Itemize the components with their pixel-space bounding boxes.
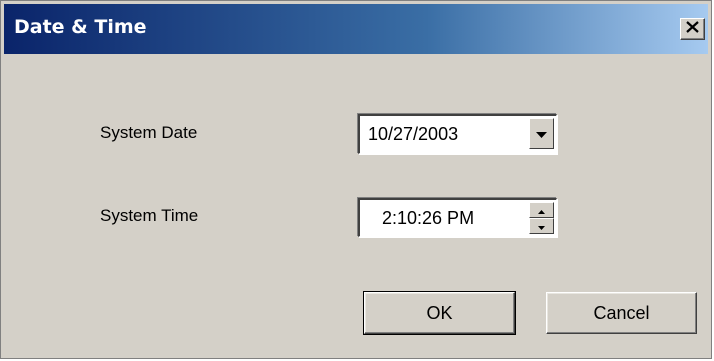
system-time-label: System Time: [100, 206, 199, 225]
system-time-value: 2:10:26 PM: [382, 208, 475, 228]
system-date-value: 10/27/2003: [368, 124, 459, 144]
date-dropdown-button[interactable]: [529, 118, 554, 149]
spin-down-icon: [538, 217, 545, 235]
time-spin-up-button[interactable]: [529, 202, 554, 218]
chevron-down-icon: [536, 125, 547, 143]
window-title: Date & Time: [14, 16, 147, 38]
system-date-label: System Date: [100, 123, 198, 142]
system-date-picker[interactable]: 10/27/2003: [358, 114, 557, 154]
time-spin-down-button[interactable]: [529, 218, 554, 234]
title-bar[interactable]: Date & Time: [4, 4, 708, 54]
close-button[interactable]: [680, 18, 705, 40]
close-icon: [686, 20, 699, 38]
date-time-dialog: Date & Time System Date 10/27/2003 Syste…: [0, 0, 712, 359]
ok-button[interactable]: OK: [363, 291, 516, 335]
cancel-button[interactable]: Cancel: [546, 292, 697, 334]
system-time-field[interactable]: 2:10:26 PM: [358, 198, 557, 237]
